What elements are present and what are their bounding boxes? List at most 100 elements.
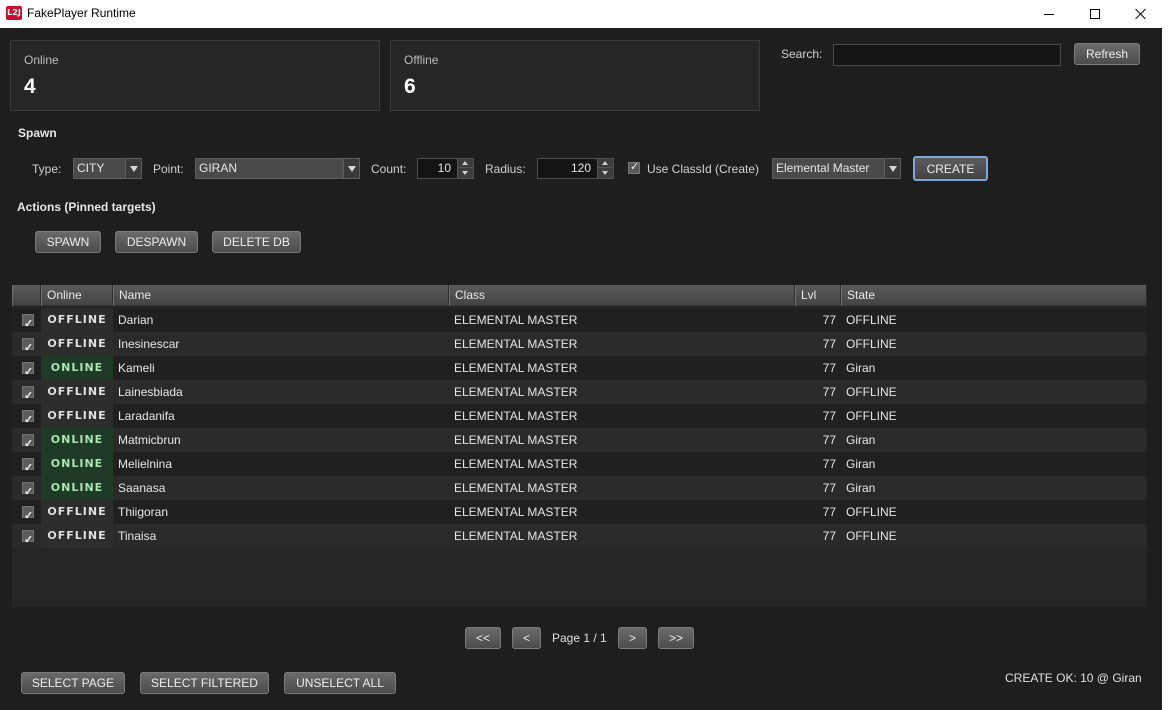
offline-stat-card: Offline 6 [390, 40, 760, 111]
delete-db-button[interactable]: DELETE DB [212, 231, 301, 253]
player-class-cell: ELEMENTAL MASTER [454, 361, 578, 375]
column-header-name[interactable]: Name [113, 285, 449, 306]
column-header-lvl[interactable]: Lvl [795, 285, 841, 306]
player-name-cell: Saanasa [118, 481, 166, 495]
point-label: Point: [153, 162, 184, 176]
player-class-cell: ELEMENTAL MASTER [454, 409, 578, 423]
spinner-up-icon[interactable] [598, 159, 613, 168]
count-value: 10 [437, 161, 451, 175]
search-input[interactable] [833, 44, 1061, 66]
class-select[interactable]: Elemental Master [772, 158, 901, 179]
spawn-button[interactable]: SPAWN [35, 231, 101, 253]
row-select-checkbox[interactable] [22, 384, 34, 408]
spinner-down-icon[interactable] [458, 169, 473, 178]
type-select[interactable]: CITY [73, 158, 142, 179]
player-name-cell: Melielnina [118, 457, 173, 471]
player-class-cell: ELEMENTAL MASTER [454, 529, 578, 543]
point-select[interactable]: GIRAN [195, 158, 360, 179]
row-select-checkbox[interactable] [22, 456, 34, 480]
count-spinner-buttons [457, 159, 473, 178]
column-header-state[interactable]: State [841, 285, 1147, 306]
use-classid-checkbox[interactable] [628, 160, 640, 174]
radius-value: 120 [570, 161, 591, 175]
online-status-badge: ONLINE [41, 428, 113, 452]
player-name-cell: Tinaisa [118, 529, 157, 543]
maximize-button[interactable] [1072, 0, 1118, 28]
player-level-cell: 77 [822, 505, 836, 519]
unselect-all-button[interactable]: UNSELECT ALL [284, 672, 396, 694]
table-row[interactable]: ONLINE Saanasa ELEMENTAL MASTER 77 Giran [12, 476, 1147, 504]
row-select-checkbox[interactable] [22, 432, 34, 456]
row-select-checkbox[interactable] [22, 360, 34, 384]
online-status-badge: OFFLINE [41, 404, 113, 428]
refresh-button[interactable]: Refresh [1074, 43, 1140, 65]
player-state-cell: Giran [846, 361, 876, 375]
table-row[interactable]: ONLINE Melielnina ELEMENTAL MASTER 77 Giran [12, 452, 1147, 480]
status-message: CREATE OK: 10 @ Giran [1005, 671, 1142, 685]
table-row[interactable]: OFFLINE Inesinescar ELEMENTAL MASTER 77 OFFL… [12, 332, 1147, 360]
spinner-down-icon[interactable] [598, 169, 613, 178]
player-state-cell: OFFLINE [846, 409, 897, 423]
app-logo-icon: L2J [6, 6, 22, 20]
column-header-class[interactable]: Class [449, 285, 795, 306]
row-select-checkbox[interactable] [22, 336, 34, 360]
table-row[interactable]: OFFLINE Laradanifa ELEMENTAL MASTER 77 OFFLI… [12, 404, 1147, 432]
page-indicator: Page 1 / 1 [552, 631, 607, 645]
minimize-button[interactable] [1026, 0, 1072, 28]
table-row[interactable]: OFFLINE Darian ELEMENTAL MASTER 77 OFFLINE [12, 308, 1147, 336]
create-button[interactable]: CREATE [913, 156, 988, 181]
online-status-badge: ONLINE [41, 476, 113, 500]
players-table: Online Name Class Lvl State OFFLINE Daria… [12, 285, 1147, 607]
player-state-cell: Giran [846, 433, 876, 447]
use-classid-label: Use ClassId (Create) [647, 162, 760, 176]
count-spinner[interactable]: 10 [417, 158, 474, 179]
player-level-cell: 77 [822, 457, 836, 471]
player-name-cell: Laradanifa [118, 409, 175, 423]
player-level-cell: 77 [822, 481, 836, 495]
online-stat-card: Online 4 [10, 40, 380, 111]
player-class-cell: ELEMENTAL MASTER [454, 457, 578, 471]
row-select-checkbox[interactable] [22, 312, 34, 336]
online-status-badge: OFFLINE [41, 332, 113, 356]
spawn-section-title: Spawn [18, 126, 57, 140]
table-row[interactable]: ONLINE Matmicbrun ELEMENTAL MASTER 77 Giran [12, 428, 1147, 456]
row-select-checkbox[interactable] [22, 408, 34, 432]
class-select-value: Elemental Master [776, 161, 870, 175]
table-row[interactable]: OFFLINE Lainesbiada ELEMENTAL MASTER 77 OFFL… [12, 380, 1147, 408]
window-title: FakePlayer Runtime [27, 6, 136, 20]
count-label: Count: [371, 162, 407, 176]
column-header-online[interactable]: Online [41, 285, 113, 306]
player-state-cell: OFFLINE [846, 529, 897, 543]
online-status-badge: OFFLINE [41, 524, 113, 548]
row-select-checkbox[interactable] [22, 504, 34, 528]
table-row[interactable]: OFFLINE Thiigoran ELEMENTAL MASTER 77 OFFLIN… [12, 500, 1147, 528]
offline-stat-value: 6 [404, 75, 416, 98]
last-page-button[interactable]: >> [658, 627, 694, 649]
online-status-badge: ONLINE [41, 452, 113, 476]
prev-page-button[interactable]: < [512, 627, 541, 649]
select-page-button[interactable]: SELECT PAGE [21, 672, 125, 694]
first-page-button[interactable]: << [465, 627, 501, 649]
next-page-button[interactable]: > [618, 627, 647, 649]
spinner-up-icon[interactable] [458, 159, 473, 168]
minimize-icon [1044, 13, 1054, 15]
despawn-button[interactable]: DESPAWN [115, 231, 198, 253]
player-class-cell: ELEMENTAL MASTER [454, 481, 578, 495]
player-class-cell: ELEMENTAL MASTER [454, 385, 578, 399]
select-filtered-button[interactable]: SELECT FILTERED [140, 672, 269, 694]
chevron-down-icon [884, 159, 900, 178]
online-stat-label: Online [24, 53, 59, 67]
player-level-cell: 77 [822, 529, 836, 543]
column-header-select[interactable] [12, 285, 41, 306]
player-level-cell: 77 [822, 433, 836, 447]
table-row[interactable]: ONLINE Kameli ELEMENTAL MASTER 77 Giran [12, 356, 1147, 384]
row-select-checkbox[interactable] [22, 480, 34, 504]
row-select-checkbox[interactable] [22, 528, 34, 552]
radius-spinner[interactable]: 120 [537, 158, 614, 179]
table-row[interactable]: OFFLINE Tinaisa ELEMENTAL MASTER 77 OFFLINE [12, 524, 1147, 552]
actions-section-title: Actions (Pinned targets) [17, 200, 156, 214]
close-button[interactable] [1118, 0, 1164, 28]
close-icon [1135, 8, 1147, 20]
player-class-cell: ELEMENTAL MASTER [454, 433, 578, 447]
online-status-badge: ONLINE [41, 356, 113, 380]
